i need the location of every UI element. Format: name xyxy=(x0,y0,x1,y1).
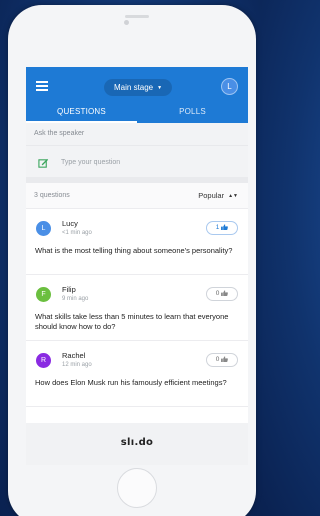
phone-speaker xyxy=(125,15,149,18)
footer: slı.do xyxy=(26,423,248,465)
question-text: What skills take less than 5 minutes to … xyxy=(35,312,229,331)
question-item: R Rachel 12 min ago 0 How does Elon Musk… xyxy=(26,341,248,407)
question-time: <1 min ago xyxy=(62,230,92,236)
event-name: Main stage xyxy=(114,83,154,92)
slido-logo: slı.do xyxy=(120,437,154,448)
sort-dropdown[interactable]: Popular ▲▼ xyxy=(198,191,238,200)
like-button[interactable]: 0 xyxy=(206,287,238,301)
like-count: 0 xyxy=(215,356,220,363)
like-count: 1 xyxy=(215,224,220,231)
author-avatar: F xyxy=(36,287,51,302)
sort-value: Popular xyxy=(198,191,225,200)
sort-caret-icon: ▲▼ xyxy=(228,193,238,199)
user-avatar[interactable]: L xyxy=(221,78,238,95)
author-name: Lucy xyxy=(62,219,78,228)
question-text: What is the most telling thing about som… xyxy=(35,246,233,255)
like-button[interactable]: 1 xyxy=(206,221,238,235)
app-screen: Main stage ▼ L QUESTIONS POLLS Ask the sp… xyxy=(26,67,248,465)
author-avatar: L xyxy=(36,221,51,236)
question-input-placeholder: Type your question xyxy=(61,159,121,166)
like-count: 0 xyxy=(215,290,220,297)
compose-icon xyxy=(38,158,49,168)
menu-icon[interactable] xyxy=(36,81,48,91)
tab-questions[interactable]: QUESTIONS xyxy=(26,103,137,123)
author-avatar: R xyxy=(36,353,51,368)
thumbs-up-icon xyxy=(221,290,229,296)
question-item: F Filip 9 min ago 0 What skills take les… xyxy=(26,275,248,341)
home-button[interactable] xyxy=(117,468,157,508)
tab-polls[interactable]: POLLS xyxy=(137,103,248,123)
question-text: How does Elon Musk run his famously effi… xyxy=(35,378,227,387)
thumbs-up-icon xyxy=(221,356,229,362)
questions-header: 3 questions Popular ▲▼ xyxy=(26,183,248,209)
like-button[interactable]: 0 xyxy=(206,353,238,367)
thumbs-up-icon xyxy=(221,224,229,230)
author-name: Rachel xyxy=(62,351,86,360)
question-time: 9 min ago xyxy=(62,296,89,302)
phone-frame: Main stage ▼ L QUESTIONS POLLS Ask the sp… xyxy=(8,5,256,516)
author-name: Filip xyxy=(62,285,76,294)
question-time: 12 min ago xyxy=(62,362,92,368)
question-item: L Lucy <1 min ago 1 What is the most tel… xyxy=(26,209,248,275)
caret-down-icon: ▼ xyxy=(157,85,163,91)
phone-camera xyxy=(124,20,129,25)
event-switcher[interactable]: Main stage ▼ xyxy=(104,79,173,96)
ask-speaker-label: Ask the speaker xyxy=(26,123,248,145)
question-count: 3 questions xyxy=(34,192,70,199)
app-bar: Main stage ▼ L QUESTIONS POLLS xyxy=(26,67,248,123)
tab-bar: QUESTIONS POLLS xyxy=(26,103,248,123)
question-input[interactable]: Type your question xyxy=(26,145,248,183)
